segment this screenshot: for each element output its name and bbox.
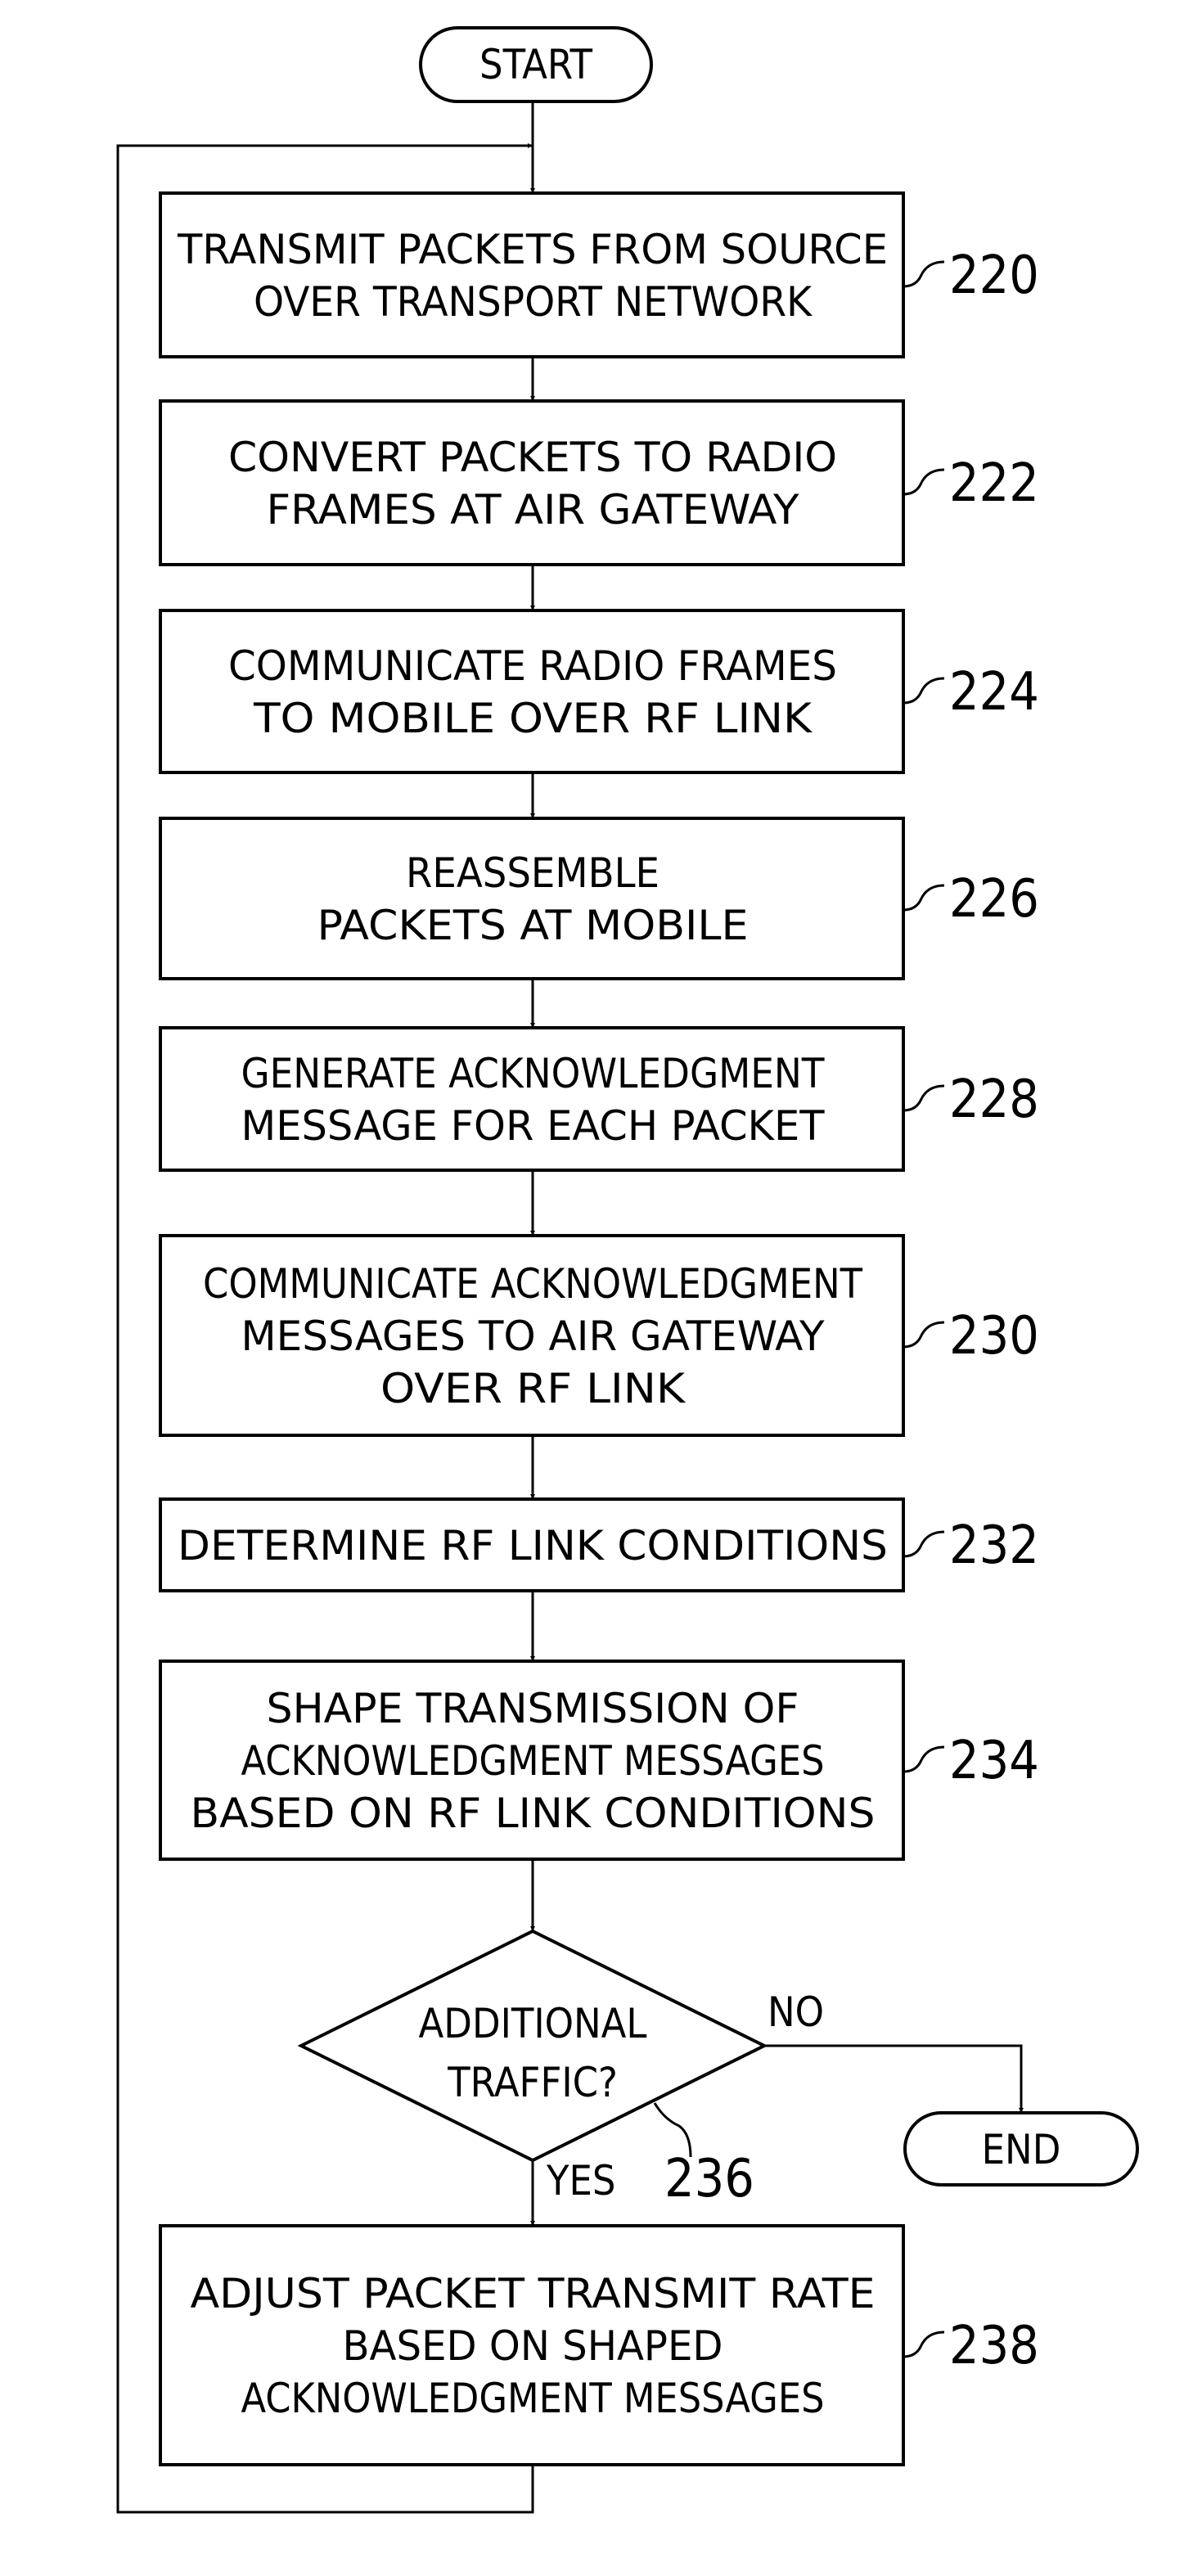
step-box (159, 817, 905, 980)
ref-number: 232 (949, 1515, 1039, 1576)
decision-line-2: TRAFFIC? (447, 2059, 618, 2106)
step-230: COMMUNICATE ACKNOWLEDGMENT MESSAGES TO AI… (159, 1234, 1039, 1437)
step-232: DETERMINE RF LINK CONDITIONS 232 (159, 1497, 1039, 1592)
ref-number: 238 (949, 2316, 1039, 2376)
step-234: SHAPE TRANSMISSION OF ACKNOWLEDGMENT MESS… (159, 1660, 1039, 1861)
arrow-no-to-end (764, 2044, 1024, 2113)
ref-number: 230 (949, 1306, 1039, 1367)
step-text-line: ADJUST PACKET TRANSMIT RATE (191, 2270, 876, 2317)
step-box (159, 399, 905, 566)
decision-line-1: ADDITIONAL (419, 2000, 647, 2047)
ref-number: 224 (949, 662, 1039, 723)
ref-leader (903, 884, 945, 912)
step-box (159, 191, 905, 358)
step-box (159, 609, 905, 774)
step-text-line: MESSAGES TO AIR GATEWAY (241, 1313, 826, 1360)
step-text-line: OVER TRANSPORT NETWORK (254, 278, 813, 326)
step-text-line: SHAPE TRANSMISSION OF (267, 1685, 799, 1732)
ref-number: 226 (949, 869, 1039, 930)
step-222: CONVERT PACKETS TO RADIO FRAMES AT AIR GA… (159, 399, 1039, 566)
ref-236: 236 (664, 2149, 754, 2209)
step-text-line: FRAMES AT AIR GATEWAY (267, 486, 800, 534)
yes-label: YES (546, 2157, 615, 2204)
ref-leader (903, 1321, 945, 1349)
ref-leader (903, 260, 945, 288)
step-text-line: BASED ON SHAPED (343, 2322, 723, 2370)
step-text-line: GENERATE ACKNOWLEDGMENT (241, 1050, 826, 1097)
ref-leader (903, 2331, 945, 2358)
step-text-line: ACKNOWLEDGMENT MESSAGES (241, 2375, 825, 2422)
ref-leader (903, 677, 945, 705)
ref-number: 222 (949, 453, 1039, 514)
step-text-line: OVER RF LINK (380, 1365, 687, 1412)
ref-number: 234 (949, 1731, 1039, 1791)
ref-leader (903, 1745, 945, 1773)
step-224: COMMUNICATE RADIO FRAMES TO MOBILE OVER R… (159, 609, 1039, 774)
ref-leader (903, 1530, 945, 1558)
end-terminal: END (903, 2111, 1139, 2186)
step-text-line: COMMUNICATE ACKNOWLEDGMENT (203, 1260, 863, 1308)
ref-number: 228 (949, 1070, 1039, 1130)
end-label: END (982, 2126, 1061, 2173)
ref-leader (903, 468, 945, 496)
step-text-line: TRANSMIT PACKETS FROM SOURCE (177, 226, 888, 273)
step-238: ADJUST PACKET TRANSMIT RATE BASED ON SHAP… (159, 2224, 1039, 2466)
ref-number: 220 (949, 245, 1039, 306)
ref-leader (903, 1084, 945, 1112)
step-text-line: TO MOBILE OVER RF LINK (253, 695, 813, 742)
step-text-line: MESSAGE FOR EACH PACKET (241, 1102, 826, 1150)
start-terminal: START (419, 26, 653, 103)
start-label: START (479, 41, 593, 88)
step-228: GENERATE ACKNOWLEDGMENT MESSAGE FOR EACH … (159, 1026, 1039, 1172)
decision-additional-traffic: ADDITIONAL TRAFFIC? NO YES 236 (297, 1929, 824, 2209)
no-label: NO (768, 1988, 824, 2036)
step-text-line: ACKNOWLEDGMENT MESSAGES (241, 1737, 825, 1785)
step-text-line: CONVERT PACKETS TO RADIO (228, 434, 837, 481)
step-text-line: PACKETS AT MOBILE (317, 902, 749, 949)
step-text-line: DETERMINE RF LINK CONDITIONS (178, 1522, 888, 1569)
step-text-line: COMMUNICATE RADIO FRAMES (228, 642, 837, 690)
flowchart: START TRANSMIT PACKETS FROM SOURCE OVER T… (116, 26, 1139, 2514)
step-220: TRANSMIT PACKETS FROM SOURCE OVER TRANSPO… (159, 191, 1039, 358)
step-text-line: BASED ON RF LINK CONDITIONS (191, 1790, 876, 1837)
step-text-line: REASSEMBLE (406, 849, 660, 897)
step-226: REASSEMBLE PACKETS AT MOBILE 226 (159, 817, 1039, 980)
